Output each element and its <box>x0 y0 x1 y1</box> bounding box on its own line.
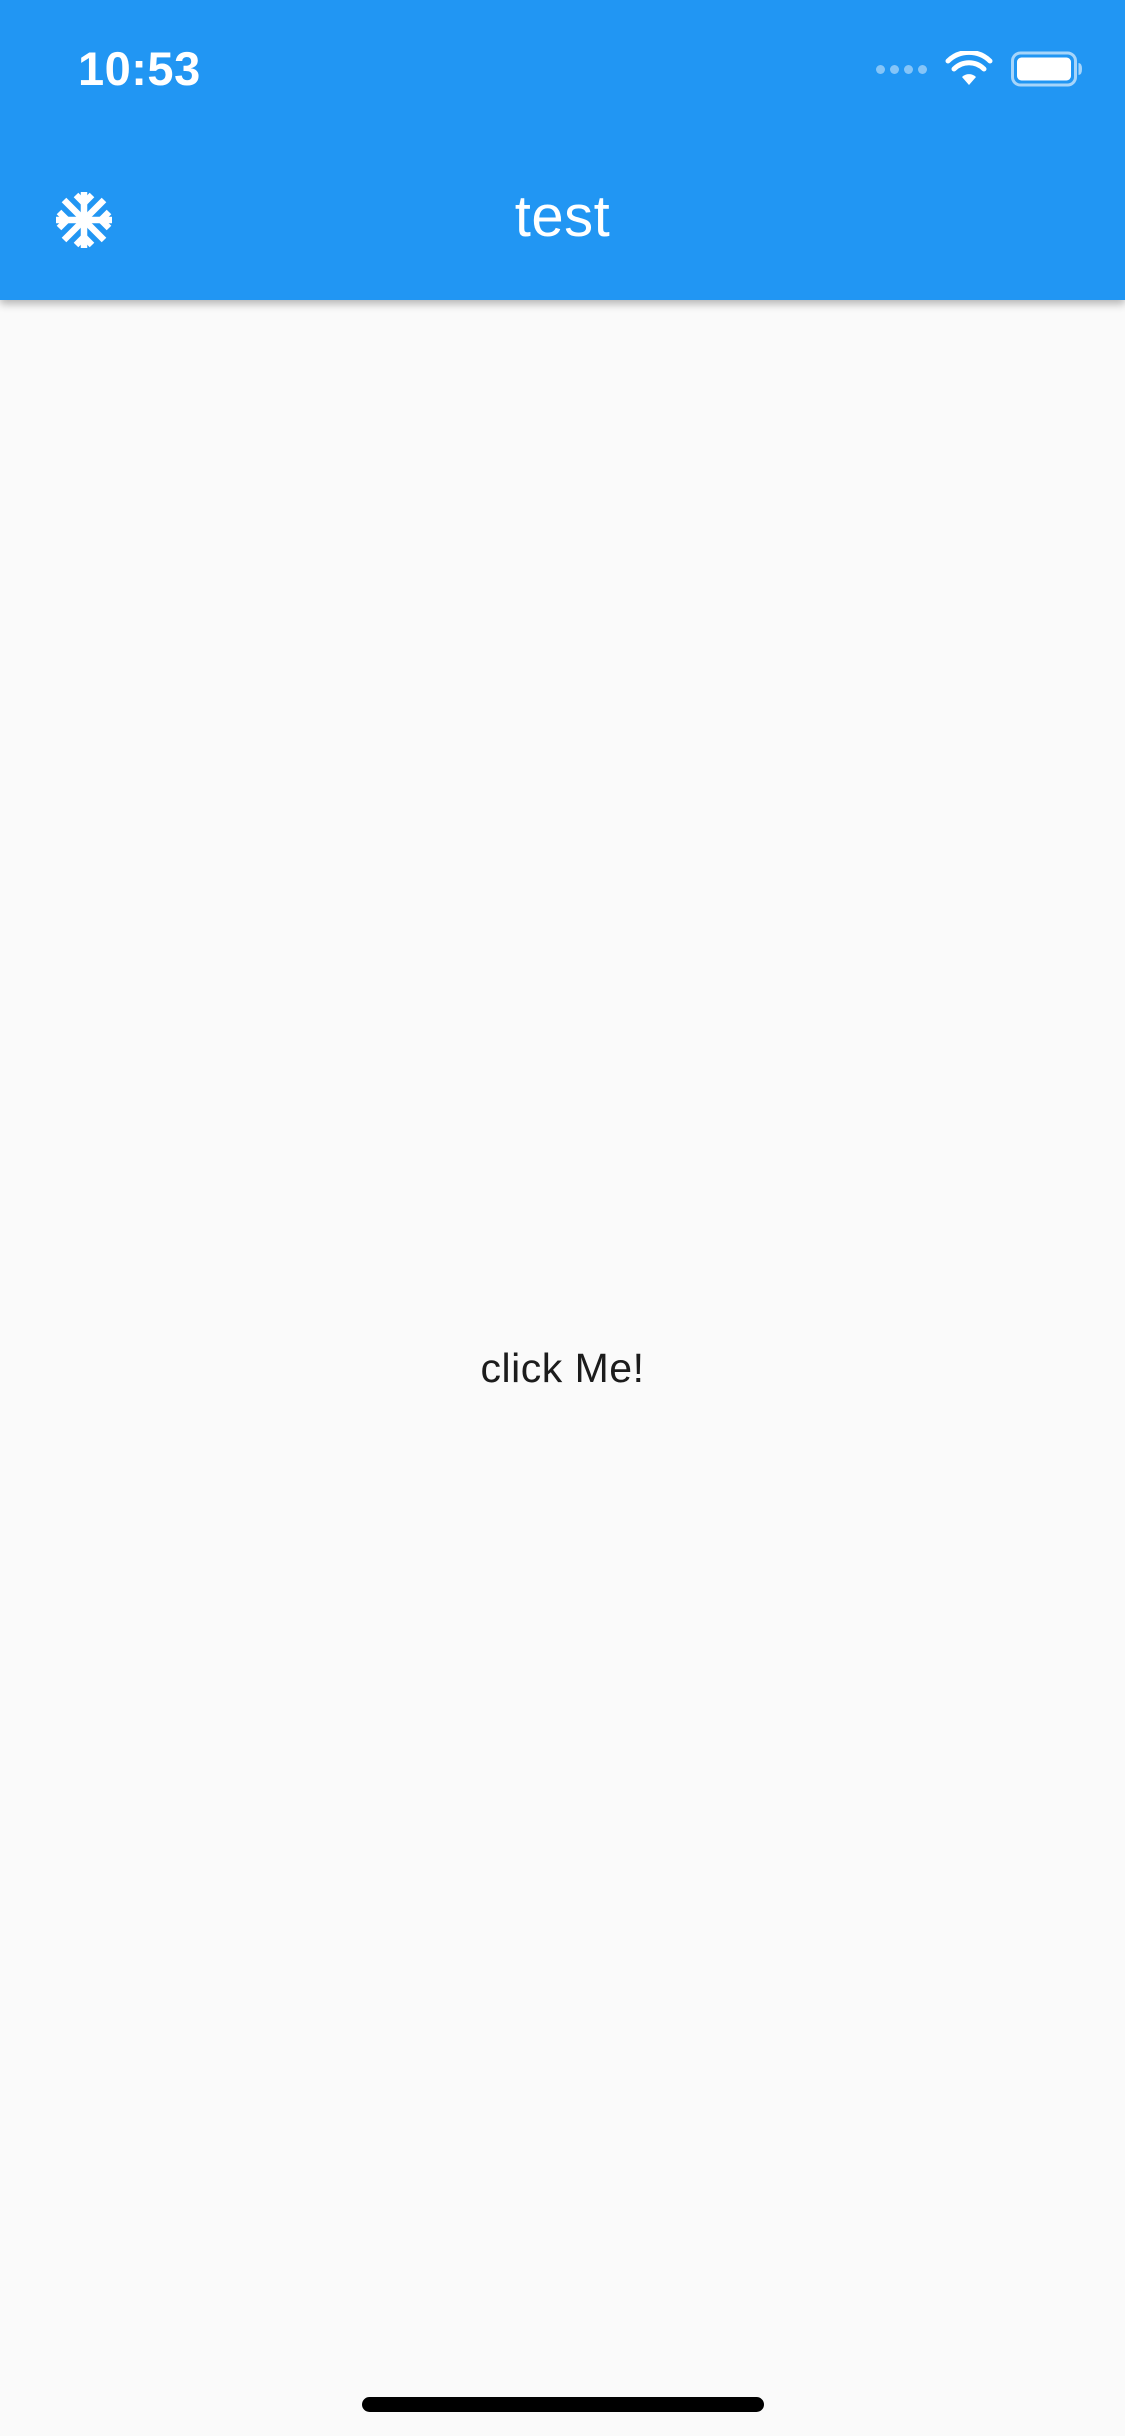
signal-dot <box>890 64 899 74</box>
status-time: 10:53 <box>78 42 201 95</box>
signal-icon <box>871 64 927 74</box>
signal-dot <box>876 64 885 74</box>
app-screen: 10:53 test click Me! <box>0 0 1125 2436</box>
signal-dot <box>904 64 913 74</box>
battery-icon <box>1011 51 1082 87</box>
click-me-text[interactable]: click Me! <box>0 1338 1125 1398</box>
app-bar: 10:53 test <box>0 0 1125 300</box>
wifi-icon <box>945 51 993 85</box>
page-title: test <box>514 184 611 249</box>
signal-dot <box>918 64 927 74</box>
home-indicator[interactable] <box>362 2397 764 2412</box>
status-icons <box>871 48 1083 90</box>
